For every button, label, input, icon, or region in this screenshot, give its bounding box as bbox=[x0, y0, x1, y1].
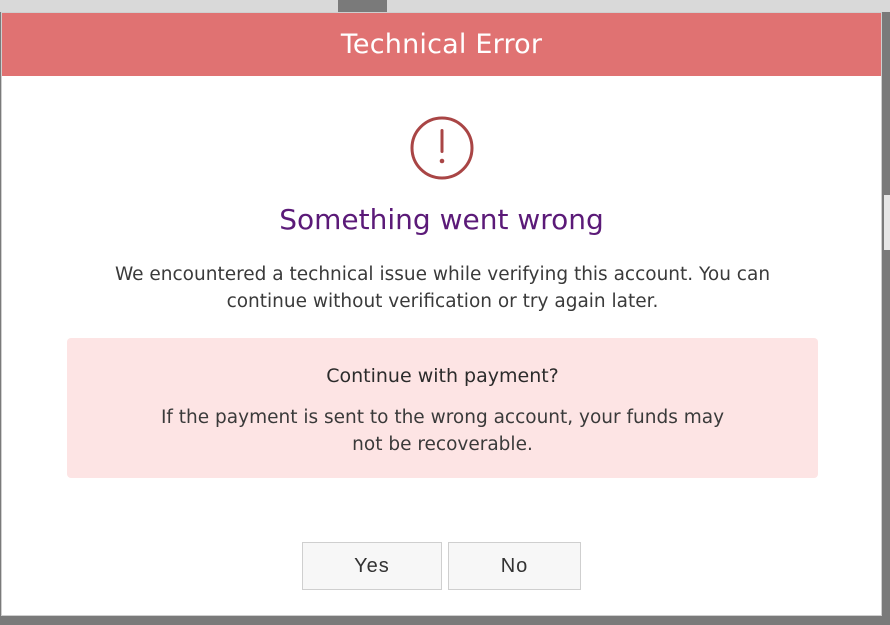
warning-text-line: not be recoverable. bbox=[352, 434, 533, 455]
technical-error-dialog: Technical Error Something went wrong We … bbox=[1, 12, 882, 616]
error-message-line: continue without verification or try aga… bbox=[226, 291, 659, 312]
error-message-line: We encountered a technical issue while v… bbox=[114, 264, 771, 285]
warning-text: If the payment is sent to the wrong acco… bbox=[97, 404, 788, 458]
no-button[interactable]: No bbox=[448, 542, 581, 590]
yes-button[interactable]: Yes bbox=[302, 542, 442, 590]
background-app-bar bbox=[387, 0, 890, 12]
background-app-edge bbox=[884, 195, 890, 250]
payment-warning-box: Continue with payment? If the payment is… bbox=[67, 338, 818, 478]
background-app-bar bbox=[0, 0, 338, 12]
error-message: We encountered a technical issue while v… bbox=[32, 261, 853, 315]
warning-text-line: If the payment is sent to the wrong acco… bbox=[160, 407, 725, 428]
warning-title: Continue with payment? bbox=[326, 365, 559, 387]
dialog-title: Technical Error bbox=[340, 29, 543, 60]
exclamation-circle-icon bbox=[410, 116, 474, 180]
dialog-header: Technical Error bbox=[2, 13, 881, 76]
error-heading: Something went wrong bbox=[279, 203, 604, 236]
